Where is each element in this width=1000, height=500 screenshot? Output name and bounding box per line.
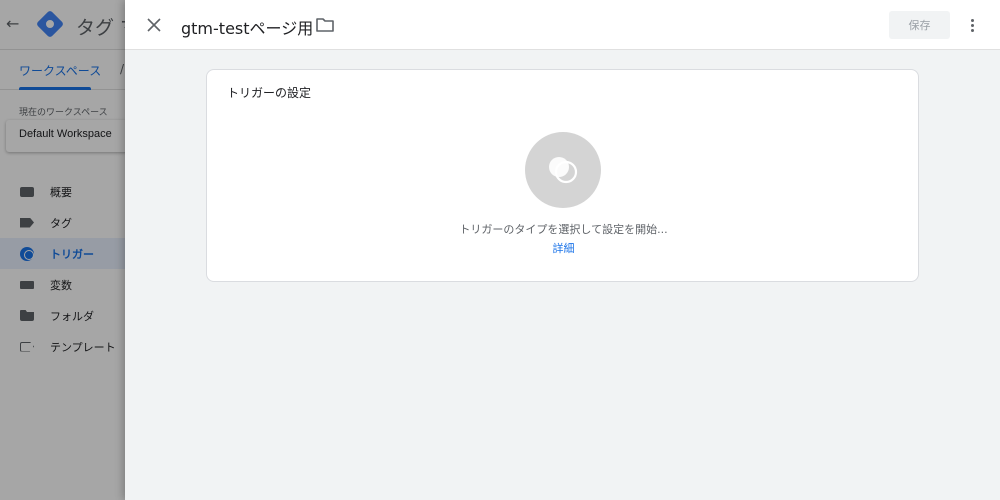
more-options-button[interactable]: [963, 13, 981, 37]
close-button[interactable]: [141, 12, 167, 38]
folder-outline-icon: [316, 18, 334, 32]
trigger-type-icon: [549, 157, 578, 184]
card-title: トリガーの設定: [227, 86, 312, 100]
learn-more-link-wrap: 詳細: [207, 240, 920, 256]
trigger-hint-text: トリガーのタイプを選択して設定を開始...: [459, 223, 668, 236]
trigger-editor-sheet: gtm-testページ用 保存 トリガーの設定 トリガーのタイプを選択して設定を…: [125, 0, 1000, 500]
close-icon: [147, 18, 161, 32]
trigger-type-placeholder[interactable]: [525, 132, 601, 208]
trigger-name-title[interactable]: gtm-testページ用: [181, 15, 313, 39]
more-vert-icon: [970, 18, 974, 22]
sheet-header: gtm-testページ用 保存: [125, 0, 1000, 50]
save-button[interactable]: 保存: [889, 11, 950, 39]
folder-button[interactable]: [315, 16, 335, 34]
trigger-config-card[interactable]: トリガーの設定 トリガーのタイプを選択して設定を開始... 詳細: [206, 69, 919, 282]
learn-more-link[interactable]: 詳細: [553, 242, 575, 255]
